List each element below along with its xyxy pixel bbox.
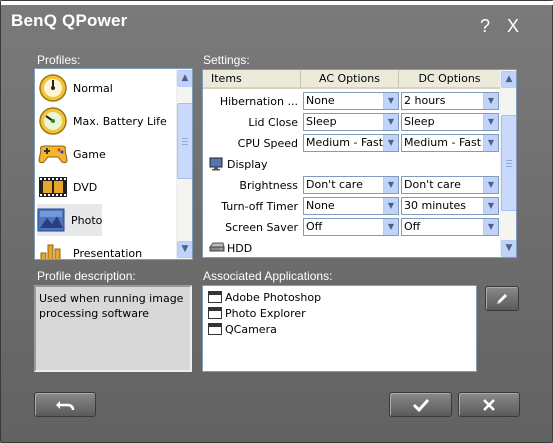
edit-applications-button[interactable] xyxy=(485,286,519,311)
profiles-label: Profiles: xyxy=(37,53,81,67)
setting-group-display[interactable]: Display xyxy=(203,154,501,175)
scroll-up-button[interactable]: ▲ xyxy=(501,71,516,88)
reset-button[interactable] xyxy=(34,392,96,417)
dc-option-select[interactable]: Sleep ▼ xyxy=(401,113,499,131)
gamepad-icon xyxy=(37,139,69,169)
list-item[interactable]: Adobe Photoshop xyxy=(208,289,321,305)
profile-item-dvd[interactable]: DVD xyxy=(37,171,177,203)
profile-item-game[interactable]: Game xyxy=(37,138,177,170)
pencil-icon xyxy=(497,293,507,304)
column-header-ac-options[interactable]: AC Options xyxy=(301,70,399,89)
list-item[interactable]: Photo Explorer xyxy=(208,305,306,321)
film-icon xyxy=(37,172,69,202)
dc-option-select[interactable]: Don't care ▼ xyxy=(401,176,499,194)
chevron-down-icon: ▼ xyxy=(383,135,398,151)
gauge-green-icon xyxy=(37,106,69,136)
chevron-down-icon: ▼ xyxy=(483,198,498,214)
chevron-down-icon: ▼ xyxy=(383,177,398,193)
profile-item-normal[interactable]: Normal xyxy=(37,72,177,104)
setting-row-turn-off-timer: Turn-off Timer None ▼ 30 minutes ▼ xyxy=(203,196,501,217)
group-label: HDD xyxy=(227,242,253,255)
dc-option-select[interactable]: 30 minutes ▼ xyxy=(401,197,499,215)
chevron-down-icon: ▼ xyxy=(483,219,498,235)
scroll-up-button[interactable]: ▲ xyxy=(177,70,192,87)
undo-icon xyxy=(56,400,75,410)
qpower-window: BenQ QPower ? X Profiles: Normal Max. Ba… xyxy=(0,0,553,443)
chevron-down-icon: ▼ xyxy=(383,219,398,235)
photo-icon xyxy=(37,205,67,235)
scroll-thumb[interactable] xyxy=(501,115,516,211)
profile-description-box: Used when running image processing softw… xyxy=(34,285,192,372)
window-icon xyxy=(208,307,222,319)
setting-row-screen-saver: Screen Saver Off ▼ Off ▼ xyxy=(203,217,501,238)
dc-option-select[interactable]: Off ▼ xyxy=(401,218,499,236)
profile-item-photo[interactable]: Photo xyxy=(37,204,102,236)
window-icon xyxy=(208,291,222,303)
checkmark-icon xyxy=(412,398,429,412)
profile-label: DVD xyxy=(73,180,98,194)
setting-name: Turn-off Timer xyxy=(221,200,298,213)
profile-description-label: Profile description: xyxy=(37,269,136,283)
gauge-icon xyxy=(37,73,69,103)
column-header-items[interactable]: Items xyxy=(203,70,301,89)
profile-item-max-battery-life[interactable]: Max. Battery Life xyxy=(37,105,177,137)
setting-group-hdd[interactable]: HDD xyxy=(203,238,501,257)
ac-option-select[interactable]: Off ▼ xyxy=(303,218,399,236)
setting-name: Screen Saver xyxy=(225,221,298,234)
associated-applications-label: Associated Applications: xyxy=(203,269,333,283)
help-button[interactable]: ? xyxy=(474,15,496,37)
hdd-icon xyxy=(209,241,225,255)
cancel-button[interactable] xyxy=(458,392,520,417)
setting-row-lid-close: Lid Close Sleep ▼ Sleep ▼ xyxy=(203,112,501,133)
profile-label: Photo xyxy=(71,213,103,227)
dc-option-select[interactable]: Medium - Fast ▼ xyxy=(401,134,499,152)
setting-name: CPU Speed xyxy=(237,137,298,150)
chevron-down-icon: ▼ xyxy=(383,114,398,130)
associated-applications-list[interactable]: Adobe Photoshop Photo Explorer QCamera xyxy=(202,285,477,372)
scroll-down-button[interactable]: ▼ xyxy=(501,240,516,257)
chevron-down-icon: ▼ xyxy=(483,135,498,151)
settings-label: Settings: xyxy=(203,53,250,67)
profiles-scrollbar[interactable]: ▲ ▼ xyxy=(176,69,192,259)
setting-row-brightness: Brightness Don't care ▼ Don't care ▼ xyxy=(203,175,501,196)
settings-table: Items AC Options DC Options Hibernation … xyxy=(202,69,517,258)
column-header-dc-options[interactable]: DC Options xyxy=(399,70,501,89)
monitor-icon xyxy=(209,157,223,171)
setting-row-hibernation: Hibernation ... None ▼ 2 hours ▼ xyxy=(203,91,501,112)
setting-name: Lid Close xyxy=(248,116,298,129)
settings-scrollbar[interactable]: ▲ ▼ xyxy=(500,70,516,257)
profile-label: Game xyxy=(73,147,106,161)
chevron-down-icon: ▼ xyxy=(483,177,498,193)
chevron-down-icon: ▼ xyxy=(483,93,498,109)
ac-option-select[interactable]: Medium - Fast ▼ xyxy=(303,134,399,152)
top-strip xyxy=(1,1,553,5)
dc-option-select[interactable]: 2 hours ▼ xyxy=(401,92,499,110)
window-icon xyxy=(208,323,222,335)
setting-row-cpu-speed: CPU Speed Medium - Fast ▼ Medium - Fast ▼ xyxy=(203,133,501,154)
ok-button[interactable] xyxy=(389,392,452,417)
profile-item-presentation[interactable]: Presentation xyxy=(37,237,177,260)
close-icon xyxy=(483,398,495,411)
bar-chart-icon xyxy=(37,238,69,259)
window-title: BenQ QPower xyxy=(11,11,128,30)
close-button[interactable]: X xyxy=(502,15,524,37)
ac-option-select[interactable]: None ▼ xyxy=(303,197,399,215)
ac-option-select[interactable]: Don't care ▼ xyxy=(303,176,399,194)
chevron-down-icon: ▼ xyxy=(383,198,398,214)
scroll-down-button[interactable]: ▼ xyxy=(177,241,192,258)
ac-option-select[interactable]: None ▼ xyxy=(303,92,399,110)
chevron-down-icon: ▼ xyxy=(483,114,498,130)
profiles-list[interactable]: Normal Max. Battery Life Game DVD Photo xyxy=(34,68,193,260)
scroll-thumb[interactable] xyxy=(177,103,192,179)
list-item[interactable]: QCamera xyxy=(208,321,277,337)
profile-label: Max. Battery Life xyxy=(73,114,167,128)
setting-name: Brightness xyxy=(239,179,298,192)
profile-label: Normal xyxy=(73,81,113,95)
group-label: Display xyxy=(227,158,268,171)
chevron-down-icon: ▼ xyxy=(383,93,398,109)
profile-label: Presentation xyxy=(73,246,143,260)
setting-name: Hibernation ... xyxy=(219,95,298,108)
ac-option-select[interactable]: Sleep ▼ xyxy=(303,113,399,131)
